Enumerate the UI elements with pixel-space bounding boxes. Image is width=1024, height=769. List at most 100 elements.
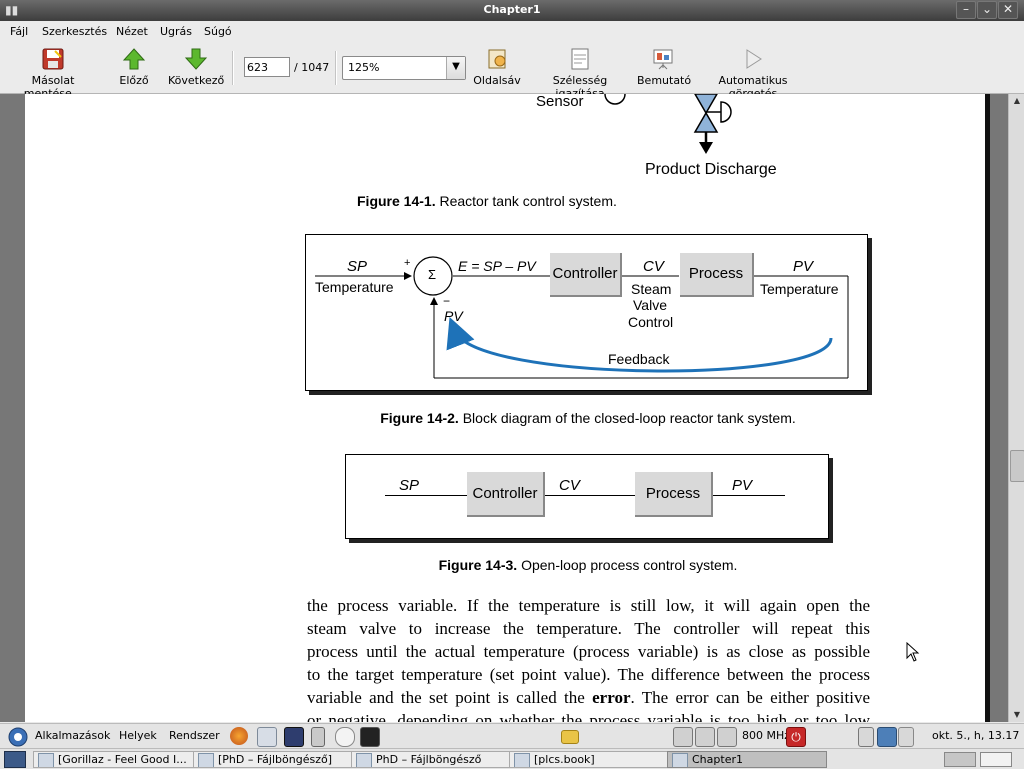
document-view[interactable]: Sensor Product Discharge Figure 14-1. Re… bbox=[0, 94, 1008, 722]
window-list-icon[interactable] bbox=[673, 727, 693, 747]
pdf-viewer-icon bbox=[672, 753, 688, 767]
figure-14-1-caption: Figure 14-1. Reactor tank control system… bbox=[357, 193, 617, 209]
valve-icon bbox=[693, 94, 719, 133]
task-chapter1[interactable]: Chapter1 bbox=[667, 751, 827, 768]
figure-14-1-drawing bbox=[604, 94, 732, 154]
temperature-input-label: Temperature bbox=[315, 279, 394, 295]
sidebar-icon bbox=[488, 49, 506, 69]
sensor-label: Sensor bbox=[536, 94, 584, 110]
folder-icon[interactable] bbox=[561, 730, 579, 744]
cpu-monitor-icon[interactable] bbox=[717, 727, 737, 747]
save-copy-icon bbox=[42, 48, 64, 70]
plus-sign: + bbox=[404, 257, 411, 269]
player-icon bbox=[38, 753, 54, 767]
disc-icon[interactable] bbox=[335, 727, 355, 747]
open-loop-process-block: Process bbox=[635, 472, 713, 517]
taskbar: [Gorillaz - Feel Good I... [PhD – Fájlbö… bbox=[0, 748, 1024, 769]
close-icon[interactable]: ✕ bbox=[998, 1, 1018, 19]
sigma-symbol: Σ bbox=[428, 267, 437, 282]
firefox-icon[interactable] bbox=[230, 727, 248, 745]
workspace-1[interactable] bbox=[944, 752, 976, 767]
cv-label: CV bbox=[643, 258, 664, 275]
cv-description-2: Valve bbox=[633, 297, 667, 313]
task-gorillaz[interactable]: [Gorillaz - Feel Good I... bbox=[33, 751, 215, 768]
process-block: Process bbox=[680, 253, 754, 297]
network-icon[interactable] bbox=[877, 727, 897, 747]
title-bar: ▮▮ Chapter1 – ⌄ ✕ bbox=[0, 0, 1024, 21]
body-text: the process variable. If the temperature… bbox=[307, 594, 870, 722]
scroll-down-icon[interactable]: ▼ bbox=[1010, 708, 1024, 722]
scroll-up-icon[interactable]: ▲ bbox=[1010, 94, 1024, 108]
arrow-down-icon bbox=[184, 48, 208, 70]
mail-icon[interactable] bbox=[257, 727, 277, 747]
minus-sign: − bbox=[443, 294, 451, 308]
storage-icon[interactable] bbox=[695, 727, 715, 747]
sp-label: SP bbox=[347, 258, 368, 275]
save-copy-button[interactable]: Másolat mentése... bbox=[5, 47, 101, 100]
maximize-icon[interactable]: ⌄ bbox=[977, 1, 997, 19]
menu-file[interactable]: Fájl bbox=[10, 25, 28, 38]
menu-bar: Fájl Szerkesztés Nézet Ugrás Súgó bbox=[0, 21, 1024, 43]
toolbar-separator bbox=[232, 51, 234, 85]
menu-help[interactable]: Súgó bbox=[204, 25, 232, 38]
keyboard-icon[interactable] bbox=[858, 727, 874, 747]
presentation-icon bbox=[653, 49, 673, 70]
scrollbar-thumb[interactable] bbox=[1010, 450, 1024, 482]
text-line: steam valve to increase the temperature.… bbox=[307, 619, 870, 638]
power-icon[interactable]: ⏻ bbox=[786, 727, 806, 747]
next-page-button[interactable]: Következő bbox=[168, 47, 224, 87]
text-line: variable and the set point is called the… bbox=[307, 688, 870, 707]
show-desktop-icon[interactable] bbox=[4, 751, 26, 768]
previous-page-button[interactable]: Előző bbox=[116, 47, 152, 87]
document-icon bbox=[514, 753, 530, 767]
zoom-select[interactable]: 125% ▼ bbox=[342, 56, 466, 80]
open-loop-pv-label: PV bbox=[732, 477, 753, 494]
fit-width-icon bbox=[571, 48, 589, 70]
sidebar-button[interactable]: Oldalsáv bbox=[473, 47, 521, 87]
wire bbox=[713, 495, 785, 496]
autoscroll-button[interactable]: Automatikus görgetés bbox=[698, 47, 808, 100]
text-line: process until the actual temperature (pr… bbox=[307, 642, 870, 661]
system-menu[interactable]: Rendszer bbox=[169, 729, 220, 742]
workspace-2[interactable] bbox=[980, 752, 1012, 767]
menu-edit[interactable]: Szerkesztés bbox=[42, 25, 107, 38]
minimize-icon[interactable]: – bbox=[956, 1, 976, 19]
text-line: or negative, depending on whether the pr… bbox=[307, 711, 870, 722]
product-discharge-label: Product Discharge bbox=[645, 161, 777, 178]
fit-width-button[interactable]: Szélesség igazítása bbox=[530, 47, 630, 100]
document-page: Sensor Product Discharge Figure 14-1. Re… bbox=[25, 94, 985, 722]
vertical-scrollbar[interactable]: ▲ ▼ bbox=[1008, 94, 1024, 722]
figure-14-3-frame bbox=[345, 454, 829, 539]
mouse-cursor-icon bbox=[906, 642, 920, 662]
chevron-down-icon[interactable]: ▼ bbox=[446, 57, 465, 79]
applications-menu[interactable]: Alkalmazások bbox=[35, 729, 110, 742]
play-icon bbox=[746, 49, 762, 69]
sensor-circle bbox=[604, 94, 626, 105]
controller-block: Controller bbox=[550, 253, 622, 297]
toolbar: Másolat mentése... Előző Következő / 104… bbox=[0, 43, 1024, 100]
arrow-up-icon bbox=[122, 48, 146, 70]
feedback-label: Feedback bbox=[608, 351, 670, 367]
wire bbox=[385, 495, 467, 496]
task-plcs-book[interactable]: [plcs.book] bbox=[509, 751, 669, 768]
file-manager-icon bbox=[356, 753, 372, 767]
volume-icon[interactable] bbox=[898, 727, 914, 747]
menu-go[interactable]: Ugrás bbox=[160, 25, 192, 38]
task-phd-filebrowser-2[interactable]: PhD – Fájlböngésző bbox=[351, 751, 511, 768]
applications-menu-icon[interactable] bbox=[8, 727, 28, 747]
menu-view[interactable]: Nézet bbox=[116, 25, 148, 38]
presentation-button[interactable]: Bemutató bbox=[637, 47, 691, 87]
pv-feedback-label: PV bbox=[444, 308, 463, 324]
cv-description-3: Control bbox=[628, 314, 674, 330]
calculator-icon[interactable] bbox=[311, 727, 325, 747]
cpu-frequency: 800 MHz bbox=[742, 729, 791, 742]
open-loop-cv-label: CV bbox=[559, 477, 580, 494]
system-panel: Alkalmazások Helyek Rendszer 800 MHz ⏻ o… bbox=[0, 723, 1024, 749]
places-menu[interactable]: Helyek bbox=[119, 729, 157, 742]
clock[interactable]: okt. 5., h, 13.17 bbox=[932, 729, 1019, 742]
monitor-icon[interactable] bbox=[360, 727, 380, 747]
task-phd-filebrowser-1[interactable]: [PhD – Fájlböngésző] bbox=[193, 751, 353, 768]
page-number-input[interactable] bbox=[244, 57, 290, 77]
pointer-tool-icon[interactable] bbox=[284, 727, 304, 747]
figure-14-2-caption: Figure 14-2. Block diagram of the closed… bbox=[380, 410, 796, 426]
